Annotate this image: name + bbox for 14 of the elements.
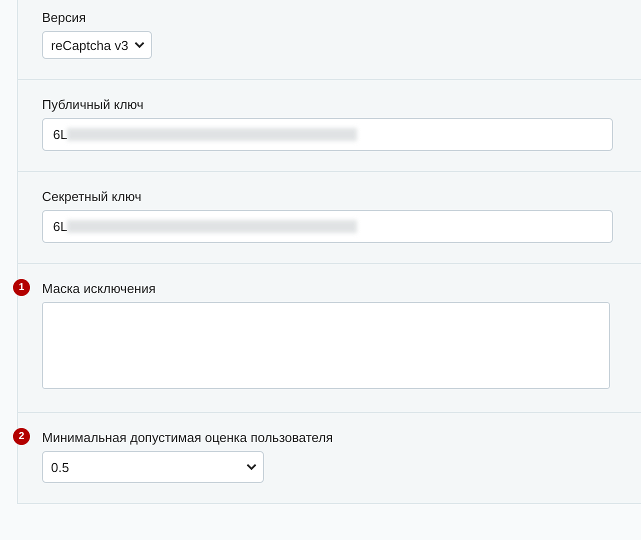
- field-label: Версия: [42, 10, 87, 26]
- input-field[interactable]: 6L: [42, 118, 613, 151]
- chevron-icon: [134, 41, 145, 49]
- text-area[interactable]: [42, 302, 610, 389]
- field-label: Маска исключения: [42, 281, 157, 297]
- number-badge: 1: [13, 279, 30, 296]
- field-label: Секретный ключ: [42, 189, 142, 205]
- select-field[interactable]: reCaptcha v3: [42, 31, 152, 59]
- field-label: Минимальная допустимая оценка пользователя: [42, 430, 334, 446]
- number-badge: 2: [13, 428, 30, 445]
- input-field[interactable]: 6L: [42, 210, 613, 243]
- select-field[interactable]: 0.5: [42, 451, 264, 483]
- chevron-icon: [246, 463, 257, 471]
- field-label: Публичный ключ: [42, 97, 145, 113]
